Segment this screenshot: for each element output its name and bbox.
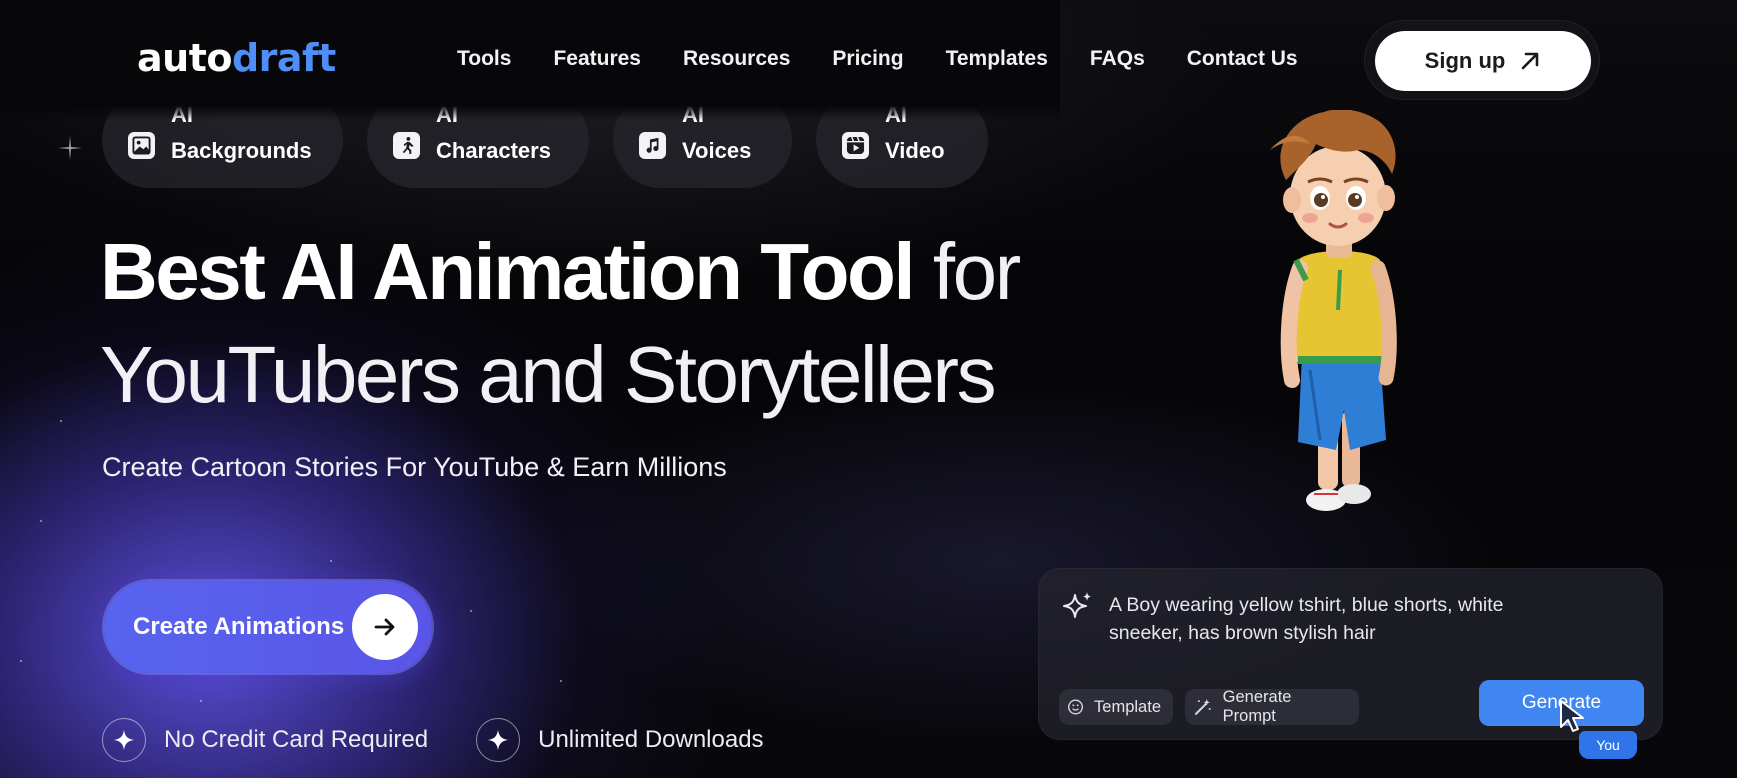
arrow-up-right-icon: [1522, 52, 1539, 70]
hero-title: Best AI Animation Tool for: [100, 222, 1021, 322]
nav-link-contact-us[interactable]: Contact Us: [1187, 47, 1298, 71]
nav-link-faqs[interactable]: FAQs: [1090, 47, 1145, 71]
template-chip[interactable]: Template: [1059, 689, 1173, 725]
cursor-user-tag: You: [1579, 731, 1637, 759]
nav-link-tools[interactable]: Tools: [457, 47, 511, 71]
sparkle-icon: [476, 718, 521, 762]
sparkle-icon: [102, 718, 146, 762]
arrow-right-icon: [352, 594, 418, 660]
perk-item: Unlimited Downloads: [476, 718, 764, 762]
cartoon-boy-illustration: [1270, 110, 1397, 511]
logo-text-draft: draft: [231, 36, 336, 80]
prompt-input[interactable]: A Boy wearing yellow tshirt, blue shorts…: [1109, 591, 1579, 647]
image-icon: [128, 131, 155, 159]
sparkle-decoration-icon: [58, 136, 82, 160]
video-play-icon: [842, 131, 869, 159]
hero-subtitle: Create Cartoon Stories For YouTube & Ear…: [102, 452, 727, 482]
prompt-card: A Boy wearing yellow tshirt, blue shorts…: [1038, 568, 1663, 759]
pill-label: Video: [885, 138, 945, 163]
hero-title-line2: YouTubers and Storytellers: [100, 330, 997, 419]
nav-link-resources[interactable]: Resources: [683, 47, 790, 71]
signup-button[interactable]: Sign up: [1375, 31, 1591, 91]
nav-links: Tools Features Resources Pricing Templat…: [457, 47, 1340, 71]
perk-label: Unlimited Downloads: [538, 726, 764, 753]
nav-link-pricing[interactable]: Pricing: [832, 47, 903, 71]
hero-title-thin: for: [913, 227, 1021, 316]
create-animations-button[interactable]: Create Animations: [104, 581, 432, 673]
perks-list: No Credit Card Required Unlimited Downlo…: [102, 718, 812, 762]
signup-button-frame: Sign up: [1364, 20, 1600, 100]
nav-link-templates[interactable]: Templates: [946, 47, 1048, 71]
generate-prompt-chip[interactable]: Generate Prompt: [1185, 688, 1359, 725]
perk-label: No Credit Card Required: [164, 726, 429, 753]
hero-title-bold: Best AI Animation Tool: [100, 227, 916, 316]
signup-label: Sign up: [1424, 48, 1506, 73]
autodraft-logo[interactable]: autodraft: [137, 36, 336, 80]
template-label: Template: [1094, 697, 1161, 716]
running-person-icon: [393, 131, 420, 159]
nav-link-features[interactable]: Features: [553, 47, 641, 71]
perk-item: No Credit Card Required: [102, 718, 428, 762]
pill-label: Backgrounds: [171, 138, 312, 163]
smiley-icon: [1068, 699, 1084, 715]
top-navigation: autodraft Tools Features Resources Prici…: [0, 0, 1737, 120]
cta-label: Create Animations: [133, 613, 345, 640]
logo-text-auto: auto: [137, 36, 232, 80]
pill-label: Voices: [682, 138, 752, 163]
mouse-cursor-icon: [1560, 700, 1584, 732]
music-note-icon: [639, 131, 666, 159]
sparkles-icon: [1063, 592, 1091, 618]
pill-label: Characters: [436, 138, 551, 163]
generate-prompt-label: Generate Prompt: [1222, 688, 1292, 725]
magic-wand-icon: [1194, 699, 1211, 715]
